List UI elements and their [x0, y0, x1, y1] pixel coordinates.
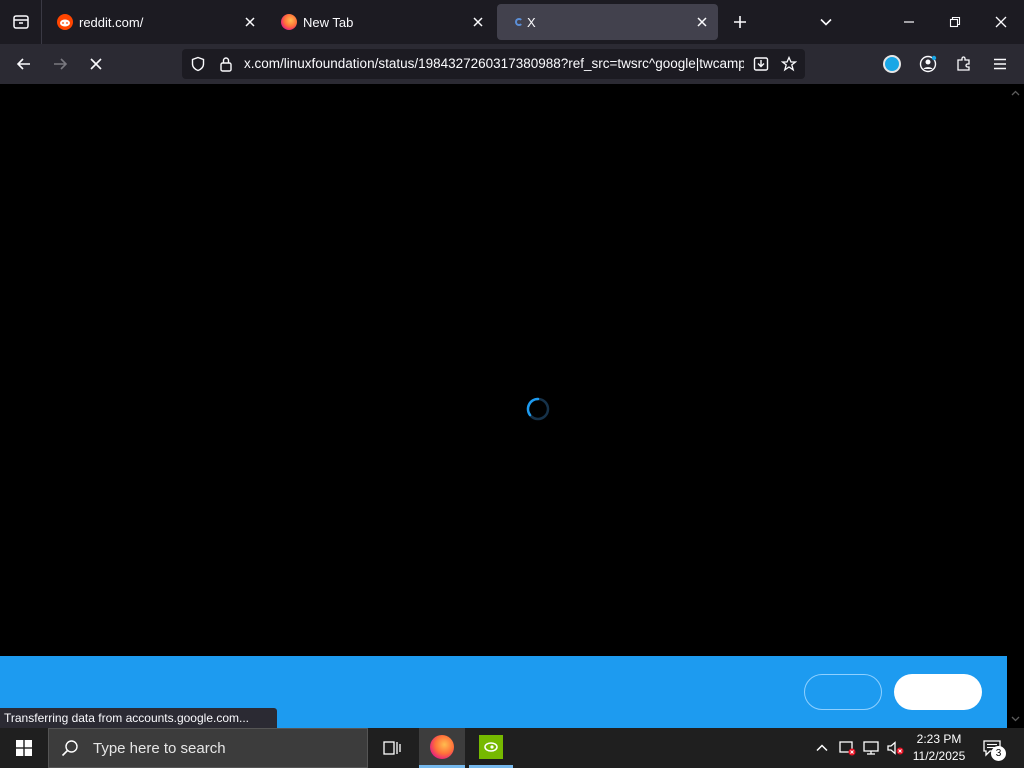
globe-extension-icon [883, 55, 901, 73]
firefox-icon [430, 734, 454, 759]
taskbar-clock[interactable]: 2:23 PM 11/2/2025 [905, 731, 973, 765]
page-content [0, 84, 1007, 656]
back-button[interactable] [10, 50, 38, 78]
chevron-down-icon [820, 18, 832, 26]
save-page-icon[interactable] [752, 55, 770, 73]
close-window-button[interactable] [978, 0, 1024, 44]
firefox-icon [281, 14, 297, 30]
list-tabs-dropdown[interactable] [812, 8, 840, 36]
navigation-toolbar: x.com/linuxfoundation/status/19843272603… [0, 44, 1024, 84]
scroll-down-arrow-icon[interactable] [1011, 714, 1020, 723]
bookmark-star-icon[interactable] [780, 55, 798, 73]
tab-x[interactable]: X [497, 4, 718, 40]
network-icon [863, 741, 879, 755]
taskbar-nvidia[interactable] [469, 728, 513, 768]
forward-button[interactable] [46, 50, 74, 78]
new-tab-button[interactable] [726, 8, 754, 36]
url-text[interactable]: x.com/linuxfoundation/status/19843272603… [244, 56, 744, 71]
minimize-icon [904, 21, 914, 23]
minimize-button[interactable] [886, 0, 932, 44]
arrow-right-icon [54, 58, 68, 70]
security-tray-icon[interactable] [837, 738, 857, 758]
taskbar-firefox[interactable] [419, 728, 465, 768]
start-button[interactable] [0, 728, 48, 768]
lock-icon[interactable] [217, 55, 235, 73]
tab-overview-icon [12, 15, 29, 29]
extension-button[interactable] [878, 50, 906, 78]
close-tab-icon[interactable] [240, 12, 260, 32]
screen: reddit.com/ New Tab X x.com/linuxfoundat… [0, 0, 1024, 768]
tab-reddit[interactable]: reddit.com/ [44, 4, 266, 40]
close-icon [995, 16, 1007, 28]
account-icon [919, 55, 937, 73]
windows-logo-icon [16, 740, 32, 756]
task-view-button[interactable] [370, 728, 414, 768]
close-tab-icon[interactable] [468, 12, 488, 32]
search-placeholder: Type here to search [93, 739, 226, 757]
notification-count-badge: 3 [991, 746, 1006, 761]
search-icon [61, 740, 78, 757]
tracking-protection-shield-icon[interactable] [189, 55, 207, 73]
loading-spinner-icon [515, 18, 523, 26]
nvidia-icon [479, 734, 503, 759]
close-tab-icon[interactable] [692, 12, 712, 32]
taskbar-search-box[interactable]: Type here to search [48, 728, 368, 768]
account-button[interactable] [914, 50, 942, 78]
status-panel: Transferring data from accounts.google.c… [0, 708, 278, 729]
list-all-tabs-button[interactable] [0, 0, 42, 44]
extensions-button[interactable] [950, 50, 978, 78]
login-button[interactable] [804, 674, 882, 710]
restore-icon [949, 16, 961, 28]
volume-tray-icon[interactable] [885, 738, 905, 758]
scroll-up-arrow-icon[interactable] [1011, 89, 1020, 98]
tab-strip: reddit.com/ New Tab X [0, 0, 1024, 44]
loading-spinner-icon [526, 397, 550, 421]
reddit-icon [57, 14, 73, 30]
arrow-left-icon [16, 58, 30, 70]
restore-button[interactable] [932, 0, 978, 44]
stop-button[interactable] [82, 50, 110, 78]
stop-icon [90, 58, 102, 70]
tab-new-tab[interactable]: New Tab [268, 4, 494, 40]
windows-taskbar: Type here to search 2:23 PM 11/2/2025 3 [0, 728, 1024, 768]
chevron-up-icon [816, 744, 828, 752]
network-tray-icon[interactable] [861, 738, 881, 758]
scrollbar[interactable] [1007, 84, 1024, 728]
tab-title: New Tab [303, 14, 354, 30]
tab-title: reddit.com/ [79, 14, 144, 30]
volume-muted-icon [887, 741, 904, 755]
menu-button[interactable] [986, 50, 1014, 78]
tab-title: X [527, 14, 536, 30]
address-bar[interactable]: x.com/linuxfoundation/status/19843272603… [182, 49, 805, 79]
hamburger-menu-icon [994, 58, 1006, 70]
show-hidden-icons-button[interactable] [812, 738, 832, 758]
signup-button[interactable] [894, 674, 982, 710]
clock-time: 2:23 PM [916, 732, 962, 746]
puzzle-icon [957, 56, 970, 71]
clock-date: 11/2/2025 [912, 749, 966, 763]
task-view-icon [383, 741, 401, 755]
plus-icon [734, 16, 746, 28]
security-warning-icon [839, 741, 856, 756]
